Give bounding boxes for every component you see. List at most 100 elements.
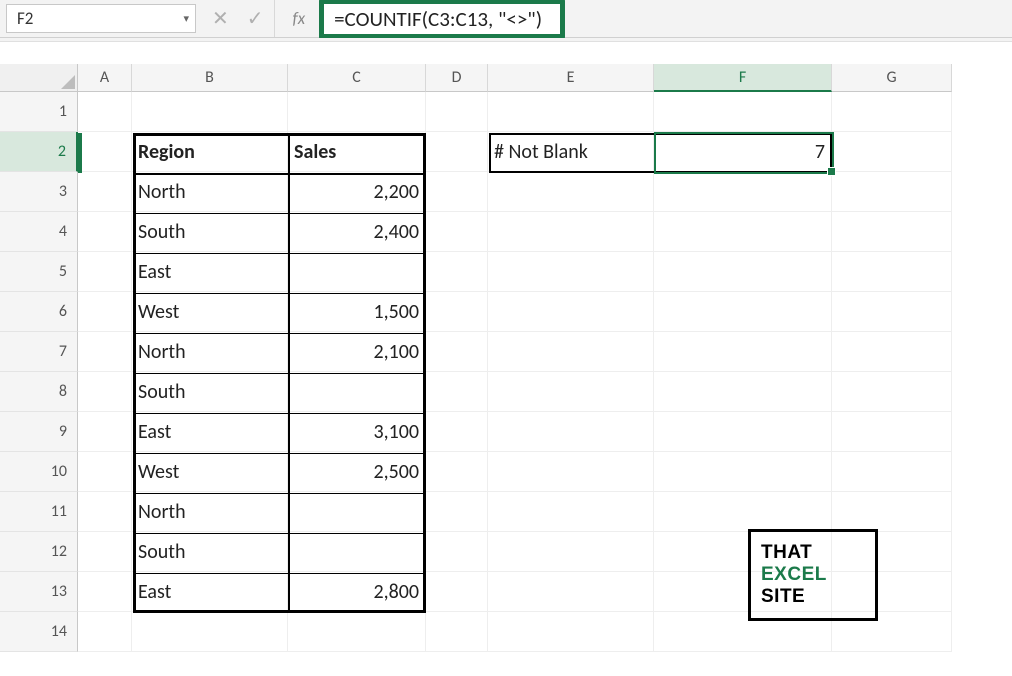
cell[interactable] <box>488 172 654 212</box>
cell[interactable] <box>78 172 132 212</box>
cell[interactable] <box>426 92 488 132</box>
worksheet[interactable]: A B C D E F G 1 2 Region Sales # Not Bla… <box>0 64 1012 652</box>
cell[interactable] <box>78 372 132 412</box>
table-row[interactable]: 2,400 <box>288 212 426 252</box>
table-header-region[interactable]: Region <box>132 132 288 172</box>
col-header-c[interactable]: C <box>288 64 426 92</box>
cell[interactable] <box>426 612 488 652</box>
cell[interactable] <box>288 92 426 132</box>
table-row[interactable]: North <box>132 332 288 372</box>
cell[interactable] <box>488 252 654 292</box>
cell[interactable] <box>78 252 132 292</box>
cell[interactable] <box>426 292 488 332</box>
table-row[interactable]: East <box>132 252 288 292</box>
table-row[interactable] <box>288 372 426 412</box>
cell[interactable] <box>654 372 832 412</box>
cell[interactable] <box>132 92 288 132</box>
cell[interactable] <box>426 172 488 212</box>
cell[interactable] <box>426 212 488 252</box>
result-label-cell[interactable]: # Not Blank <box>488 132 654 172</box>
cell[interactable] <box>488 492 654 532</box>
col-header-a[interactable]: A <box>78 64 132 92</box>
row-header[interactable]: 14 <box>0 612 78 652</box>
table-row[interactable]: 1,500 <box>288 292 426 332</box>
table-row[interactable]: 2,500 <box>288 452 426 492</box>
table-row[interactable]: East <box>132 412 288 452</box>
cell[interactable] <box>488 572 654 612</box>
cell[interactable] <box>832 372 952 412</box>
table-row[interactable]: 3,100 <box>288 412 426 452</box>
table-row[interactable]: North <box>132 172 288 212</box>
cell[interactable] <box>832 492 952 532</box>
chevron-down-icon[interactable]: ▾ <box>183 12 189 25</box>
cell[interactable] <box>654 92 832 132</box>
cell[interactable] <box>488 532 654 572</box>
row-header[interactable]: 6 <box>0 292 78 332</box>
fx-label[interactable]: fx <box>274 0 320 37</box>
cell[interactable] <box>426 492 488 532</box>
cell[interactable] <box>426 252 488 292</box>
cell[interactable] <box>426 572 488 612</box>
row-header[interactable]: 3 <box>0 172 78 212</box>
row-header[interactable]: 13 <box>0 572 78 612</box>
cell[interactable] <box>426 532 488 572</box>
cell[interactable] <box>654 252 832 292</box>
cell[interactable] <box>488 372 654 412</box>
table-row[interactable]: South <box>132 532 288 572</box>
table-row[interactable]: 2,200 <box>288 172 426 212</box>
row-header[interactable]: 12 <box>0 532 78 572</box>
cell[interactable] <box>832 332 952 372</box>
cell[interactable] <box>654 412 832 452</box>
cell[interactable] <box>654 212 832 252</box>
result-value-cell[interactable]: 7 <box>654 132 832 172</box>
row-header[interactable]: 9 <box>0 412 78 452</box>
table-row[interactable]: East <box>132 572 288 612</box>
cell[interactable] <box>654 172 832 212</box>
cell[interactable] <box>426 132 488 172</box>
cell[interactable] <box>132 612 288 652</box>
table-row[interactable]: 2,100 <box>288 332 426 372</box>
table-row[interactable] <box>288 252 426 292</box>
cell[interactable] <box>426 372 488 412</box>
table-row[interactable] <box>288 532 426 572</box>
cell[interactable] <box>488 332 654 372</box>
cell[interactable] <box>832 172 952 212</box>
row-header[interactable]: 7 <box>0 332 78 372</box>
table-row[interactable]: 2,800 <box>288 572 426 612</box>
row-header[interactable]: 10 <box>0 452 78 492</box>
row-header[interactable]: 2 <box>0 132 78 172</box>
table-row[interactable]: West <box>132 452 288 492</box>
col-header-d[interactable]: D <box>426 64 488 92</box>
col-header-f[interactable]: F <box>654 64 832 92</box>
table-row[interactable] <box>288 492 426 532</box>
formula-input-highlight[interactable]: =COUNTIF(C3:C13, "<>") <box>319 0 565 39</box>
cell[interactable] <box>832 452 952 492</box>
cell[interactable] <box>488 292 654 332</box>
table-row[interactable]: North <box>132 492 288 532</box>
cell[interactable] <box>78 532 132 572</box>
cell[interactable] <box>426 412 488 452</box>
cell[interactable] <box>488 452 654 492</box>
cell[interactable] <box>78 612 132 652</box>
cell[interactable] <box>832 212 952 252</box>
table-header-sales[interactable]: Sales <box>288 132 426 172</box>
cell[interactable] <box>832 292 952 332</box>
cell[interactable] <box>654 332 832 372</box>
row-header[interactable]: 5 <box>0 252 78 292</box>
row-header[interactable]: 4 <box>0 212 78 252</box>
cell[interactable] <box>488 612 654 652</box>
cell[interactable] <box>78 332 132 372</box>
cell[interactable] <box>78 212 132 252</box>
row-header[interactable]: 1 <box>0 92 78 132</box>
table-row[interactable]: South <box>132 212 288 252</box>
name-box[interactable]: F2 ▾ <box>6 4 196 33</box>
cell[interactable] <box>78 572 132 612</box>
cell[interactable] <box>832 412 952 452</box>
table-row[interactable]: West <box>132 292 288 332</box>
cell[interactable] <box>654 452 832 492</box>
cell[interactable] <box>654 492 832 532</box>
cell[interactable] <box>426 452 488 492</box>
cell[interactable] <box>832 252 952 292</box>
col-header-e[interactable]: E <box>488 64 654 92</box>
cell[interactable] <box>78 92 132 132</box>
